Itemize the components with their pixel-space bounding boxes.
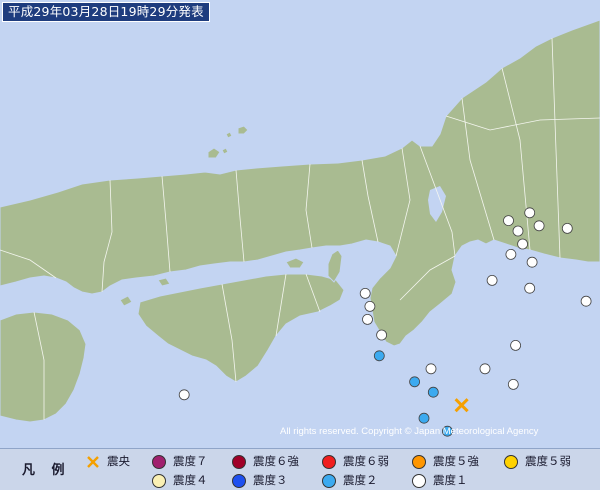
circle-icon [232,454,246,469]
legend-item-epicenter: 震央 [86,453,130,470]
circle-icon [412,473,426,488]
circle-icon [232,473,246,488]
legend-label-intensity-2: 震度２ [343,473,378,487]
intensity-1-station-marker [359,287,371,299]
copyright-notice: All rights reserved. Copyright © Japan M… [280,426,539,437]
legend-label-intensity-5-lower: 震度５弱 [525,454,571,468]
legend-item-intensity-6-lower: 震度６弱 [322,453,389,470]
legend-label-intensity-3: 震度３ [253,473,288,487]
legend-item-intensity-4: 震度４ [152,472,208,489]
intensity-1-station-marker [580,295,592,307]
legend-item-intensity-5-lower: 震度５弱 [504,453,571,470]
legend-item-intensity-7: 震度７ [152,453,208,470]
legend-label-intensity-6-upper: 震度６強 [253,454,299,468]
legend-label-intensity-1: 震度１ [433,473,468,487]
legend-item-intensity-2: 震度２ [322,472,378,489]
intensity-2-station-marker [373,350,385,362]
circle-icon [322,473,336,488]
circle-icon [152,473,166,488]
intensity-2-station-marker [409,376,421,388]
intensity-2-station-marker [418,412,430,424]
intensity-1-station-marker [505,248,517,260]
intensity-1-station-marker [512,225,524,237]
legend-label-intensity-5-upper: 震度５強 [433,454,479,468]
legend-item-intensity-5-upper: 震度５強 [412,453,479,470]
intensity-1-station-marker [425,363,437,375]
issue-timestamp-label: 平成29年03月28日19時29分発表 [2,2,210,22]
circle-icon [322,454,336,469]
circle-icon [152,454,166,469]
intensity-1-station-marker [362,313,373,325]
legend-label-intensity-7: 震度７ [173,454,208,468]
legend-label-intensity-4: 震度４ [173,473,208,487]
intensity-1-station-marker [517,238,528,250]
intensity-2-station-marker [427,386,439,398]
circle-icon [504,454,518,469]
intensity-1-station-marker [479,363,491,375]
earthquake-map [0,0,600,448]
intensity-1-station-marker [510,339,521,351]
intensity-1-station-marker [376,329,388,341]
legend-item-intensity-3: 震度３ [232,472,288,489]
intensity-1-station-marker [364,300,376,312]
x-cross-icon [87,455,99,468]
intensity-1-station-marker [486,274,498,286]
intensity-1-station-marker [524,282,536,294]
legend-title: 凡 例 [22,463,71,478]
legend-item-intensity-6-upper: 震度６強 [232,453,299,470]
intensity-1-station-marker [507,378,519,390]
intensity-1-station-marker [526,256,538,268]
legend-panel: 凡 例 震央 震度７ 震度６強 震度６弱 震度５強 震度５弱 震度４ 震度３ 震 [0,448,600,490]
intensity-1-station-marker [561,222,573,234]
legend-item-intensity-1: 震度１ [412,472,468,489]
legend-label-intensity-6-lower: 震度６弱 [343,454,389,468]
intensity-1-station-marker [503,215,514,227]
intensity-1-station-marker [533,220,545,232]
intensity-1-station-marker [524,207,536,219]
intensity-1-station-marker [178,389,190,401]
circle-icon [412,454,426,469]
legend-label-epicenter: 震央 [107,454,130,468]
